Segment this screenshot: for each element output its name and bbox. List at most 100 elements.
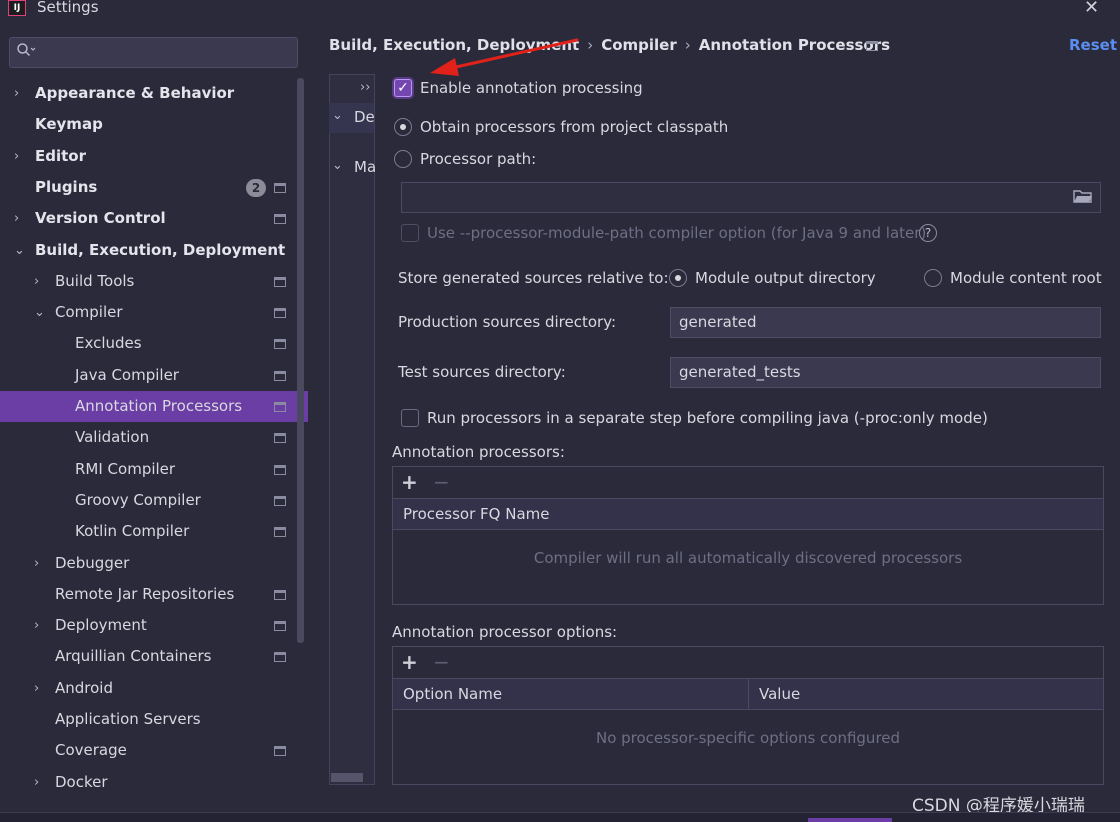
sidebar-item-compiler[interactable]: ⌄ Compiler (0, 297, 308, 328)
chevron-down-icon[interactable]: ⌄ (14, 235, 25, 266)
chevron-right-icon[interactable]: › (14, 203, 19, 234)
annotation-processors-table: + − Processor FQ Name Compiler will run … (392, 466, 1104, 605)
module-content-root-radio[interactable] (924, 269, 942, 287)
sidebar-scrollbar[interactable] (297, 78, 304, 643)
expand-panel-icon[interactable]: ›› (360, 80, 370, 95)
breadcrumb-item-annotation-processors: Annotation Processors (698, 36, 891, 54)
sidebar-item-remote-jar-repositories[interactable]: Remote Jar Repositories (0, 579, 308, 610)
remove-option-button[interactable]: − (433, 650, 450, 674)
help-icon[interactable]: ? (919, 224, 937, 242)
processor-path-label[interactable]: Processor path: (420, 150, 536, 168)
sidebar-item-label: Build Tools (55, 272, 135, 290)
module-row-label[interactable]: Ma (354, 158, 376, 176)
sidebar-item-debugger[interactable]: › Debugger (0, 548, 308, 579)
sidebar-item-label: Docker (55, 773, 108, 791)
remove-processor-button[interactable]: − (433, 470, 450, 494)
module-output-directory-label[interactable]: Module output directory (695, 269, 876, 287)
sidebar-item-java-compiler[interactable]: Java Compiler (0, 360, 308, 391)
sidebar-item-rmi-compiler[interactable]: RMI Compiler (0, 454, 308, 485)
separate-step-label[interactable]: Run processors in a separate step before… (427, 409, 988, 427)
sidebar-item-coverage[interactable]: Coverage (0, 735, 308, 766)
sidebar-item-label: Kotlin Compiler (75, 522, 190, 540)
processor-options-title: Annotation processor options: (392, 623, 618, 641)
intellij-app-icon: IJ (8, 0, 26, 16)
sidebar-item-build-tools[interactable]: › Build Tools (0, 266, 308, 297)
close-icon[interactable]: ✕ (1084, 0, 1099, 18)
sidebar-item-validation[interactable]: Validation (0, 422, 308, 453)
sidebar-item-label: Editor (35, 147, 86, 165)
sidebar-item-label: Coverage (55, 741, 127, 759)
sidebar-item-excludes[interactable]: Excludes (0, 328, 308, 359)
column-header-processor-fq-name[interactable]: Processor FQ Name (393, 499, 549, 529)
sidebar-item-android[interactable]: › Android (0, 673, 308, 704)
obtain-from-classpath-radio[interactable] (394, 118, 412, 136)
project-scope-icon (274, 746, 286, 756)
chevron-right-icon[interactable]: › (34, 548, 39, 579)
sidebar-item-annotation-processors[interactable]: Annotation Processors (0, 391, 308, 422)
project-scope-icon (274, 308, 286, 318)
chevron-right-icon[interactable]: › (34, 266, 39, 297)
module-output-directory-radio[interactable] (669, 269, 687, 287)
add-processor-button[interactable]: + (401, 470, 418, 494)
table-header: Option Name Value (393, 679, 1103, 710)
table-toolbar: + − (393, 647, 1103, 679)
column-header-value[interactable]: Value (748, 679, 800, 709)
sidebar-item-build-execution-deployment[interactable]: ⌄ Build, Execution, Deployment (0, 235, 308, 266)
search-icon (16, 42, 36, 62)
chevron-down-icon[interactable]: ⌄ (332, 158, 343, 173)
table-toolbar: + − (393, 467, 1103, 499)
module-panel-scrollbar[interactable] (331, 773, 363, 782)
chevron-right-icon[interactable]: › (34, 610, 39, 641)
chevron-down-icon[interactable]: ⌄ (34, 297, 45, 328)
sidebar-item-label: Validation (75, 428, 150, 446)
module-content-root-label[interactable]: Module content root (950, 269, 1102, 287)
project-scope-icon (274, 590, 286, 600)
sidebar-item-label: Compiler (55, 303, 123, 321)
sidebar-item-arquillian-containers[interactable]: Arquillian Containers (0, 641, 308, 672)
enable-annotation-processing-label[interactable]: Enable annotation processing (420, 79, 643, 97)
processor-path-field[interactable] (401, 182, 1101, 213)
sidebar-item-groovy-compiler[interactable]: Groovy Compiler (0, 485, 308, 516)
add-option-button[interactable]: + (401, 650, 418, 674)
empty-table-message: Compiler will run all automatically disc… (533, 549, 963, 567)
breadcrumb-separator: › (587, 36, 594, 54)
folder-icon[interactable] (1073, 189, 1093, 204)
project-scope-icon (274, 339, 286, 349)
chevron-right-icon[interactable]: › (14, 141, 19, 172)
project-scope-icon (274, 496, 286, 506)
test-sources-field[interactable]: generated_tests (670, 357, 1101, 388)
production-sources-field[interactable]: generated (670, 307, 1101, 338)
processor-path-radio[interactable] (394, 150, 412, 168)
sidebar-item-editor[interactable]: › Editor (0, 141, 308, 172)
obtain-from-classpath-label[interactable]: Obtain processors from project classpath (420, 118, 728, 136)
chevron-down-icon[interactable]: ⌄ (332, 108, 343, 123)
enable-annotation-processing-checkbox[interactable]: ✓ (394, 79, 412, 97)
sidebar-item-keymap[interactable]: Keymap (0, 109, 308, 140)
sidebar-item-kotlin-compiler[interactable]: Kotlin Compiler (0, 516, 308, 547)
chevron-right-icon[interactable]: › (14, 78, 19, 109)
sidebar-item-plugins[interactable]: Plugins 2 (0, 172, 308, 203)
empty-table-message: No processor-specific options configured (595, 729, 901, 747)
chevron-right-icon[interactable]: › (34, 673, 39, 704)
sidebar-item-application-servers[interactable]: Application Servers (0, 704, 308, 735)
sidebar-item-docker[interactable]: › Docker (0, 767, 308, 798)
column-header-option-name[interactable]: Option Name (393, 679, 502, 709)
ok-button[interactable] (808, 818, 892, 822)
sidebar-item-label: Annotation Processors (75, 397, 243, 415)
sidebar-item-deployment[interactable]: › Deployment (0, 610, 308, 641)
sidebar-item-label: Keymap (35, 115, 103, 133)
module-row-label[interactable]: De (354, 108, 375, 126)
sidebar-item-label: Deployment (55, 616, 147, 634)
separate-step-checkbox[interactable] (401, 409, 419, 427)
sidebar-item-version-control[interactable]: › Version Control (0, 203, 308, 234)
processor-module-path-label: Use --processor-module-path compiler opt… (427, 224, 927, 242)
sidebar-item-label: RMI Compiler (75, 460, 176, 478)
search-input[interactable] (9, 37, 298, 68)
sidebar-item-label: Application Servers (55, 710, 201, 728)
title-bar (0, 0, 1120, 22)
reset-link[interactable]: Reset (1069, 36, 1117, 54)
sidebar-item-appearance-behavior[interactable]: › Appearance & Behavior (0, 78, 308, 109)
chevron-right-icon[interactable]: › (34, 767, 39, 798)
sidebar-item-label: Excludes (75, 334, 142, 352)
processor-module-path-checkbox[interactable] (401, 224, 419, 242)
